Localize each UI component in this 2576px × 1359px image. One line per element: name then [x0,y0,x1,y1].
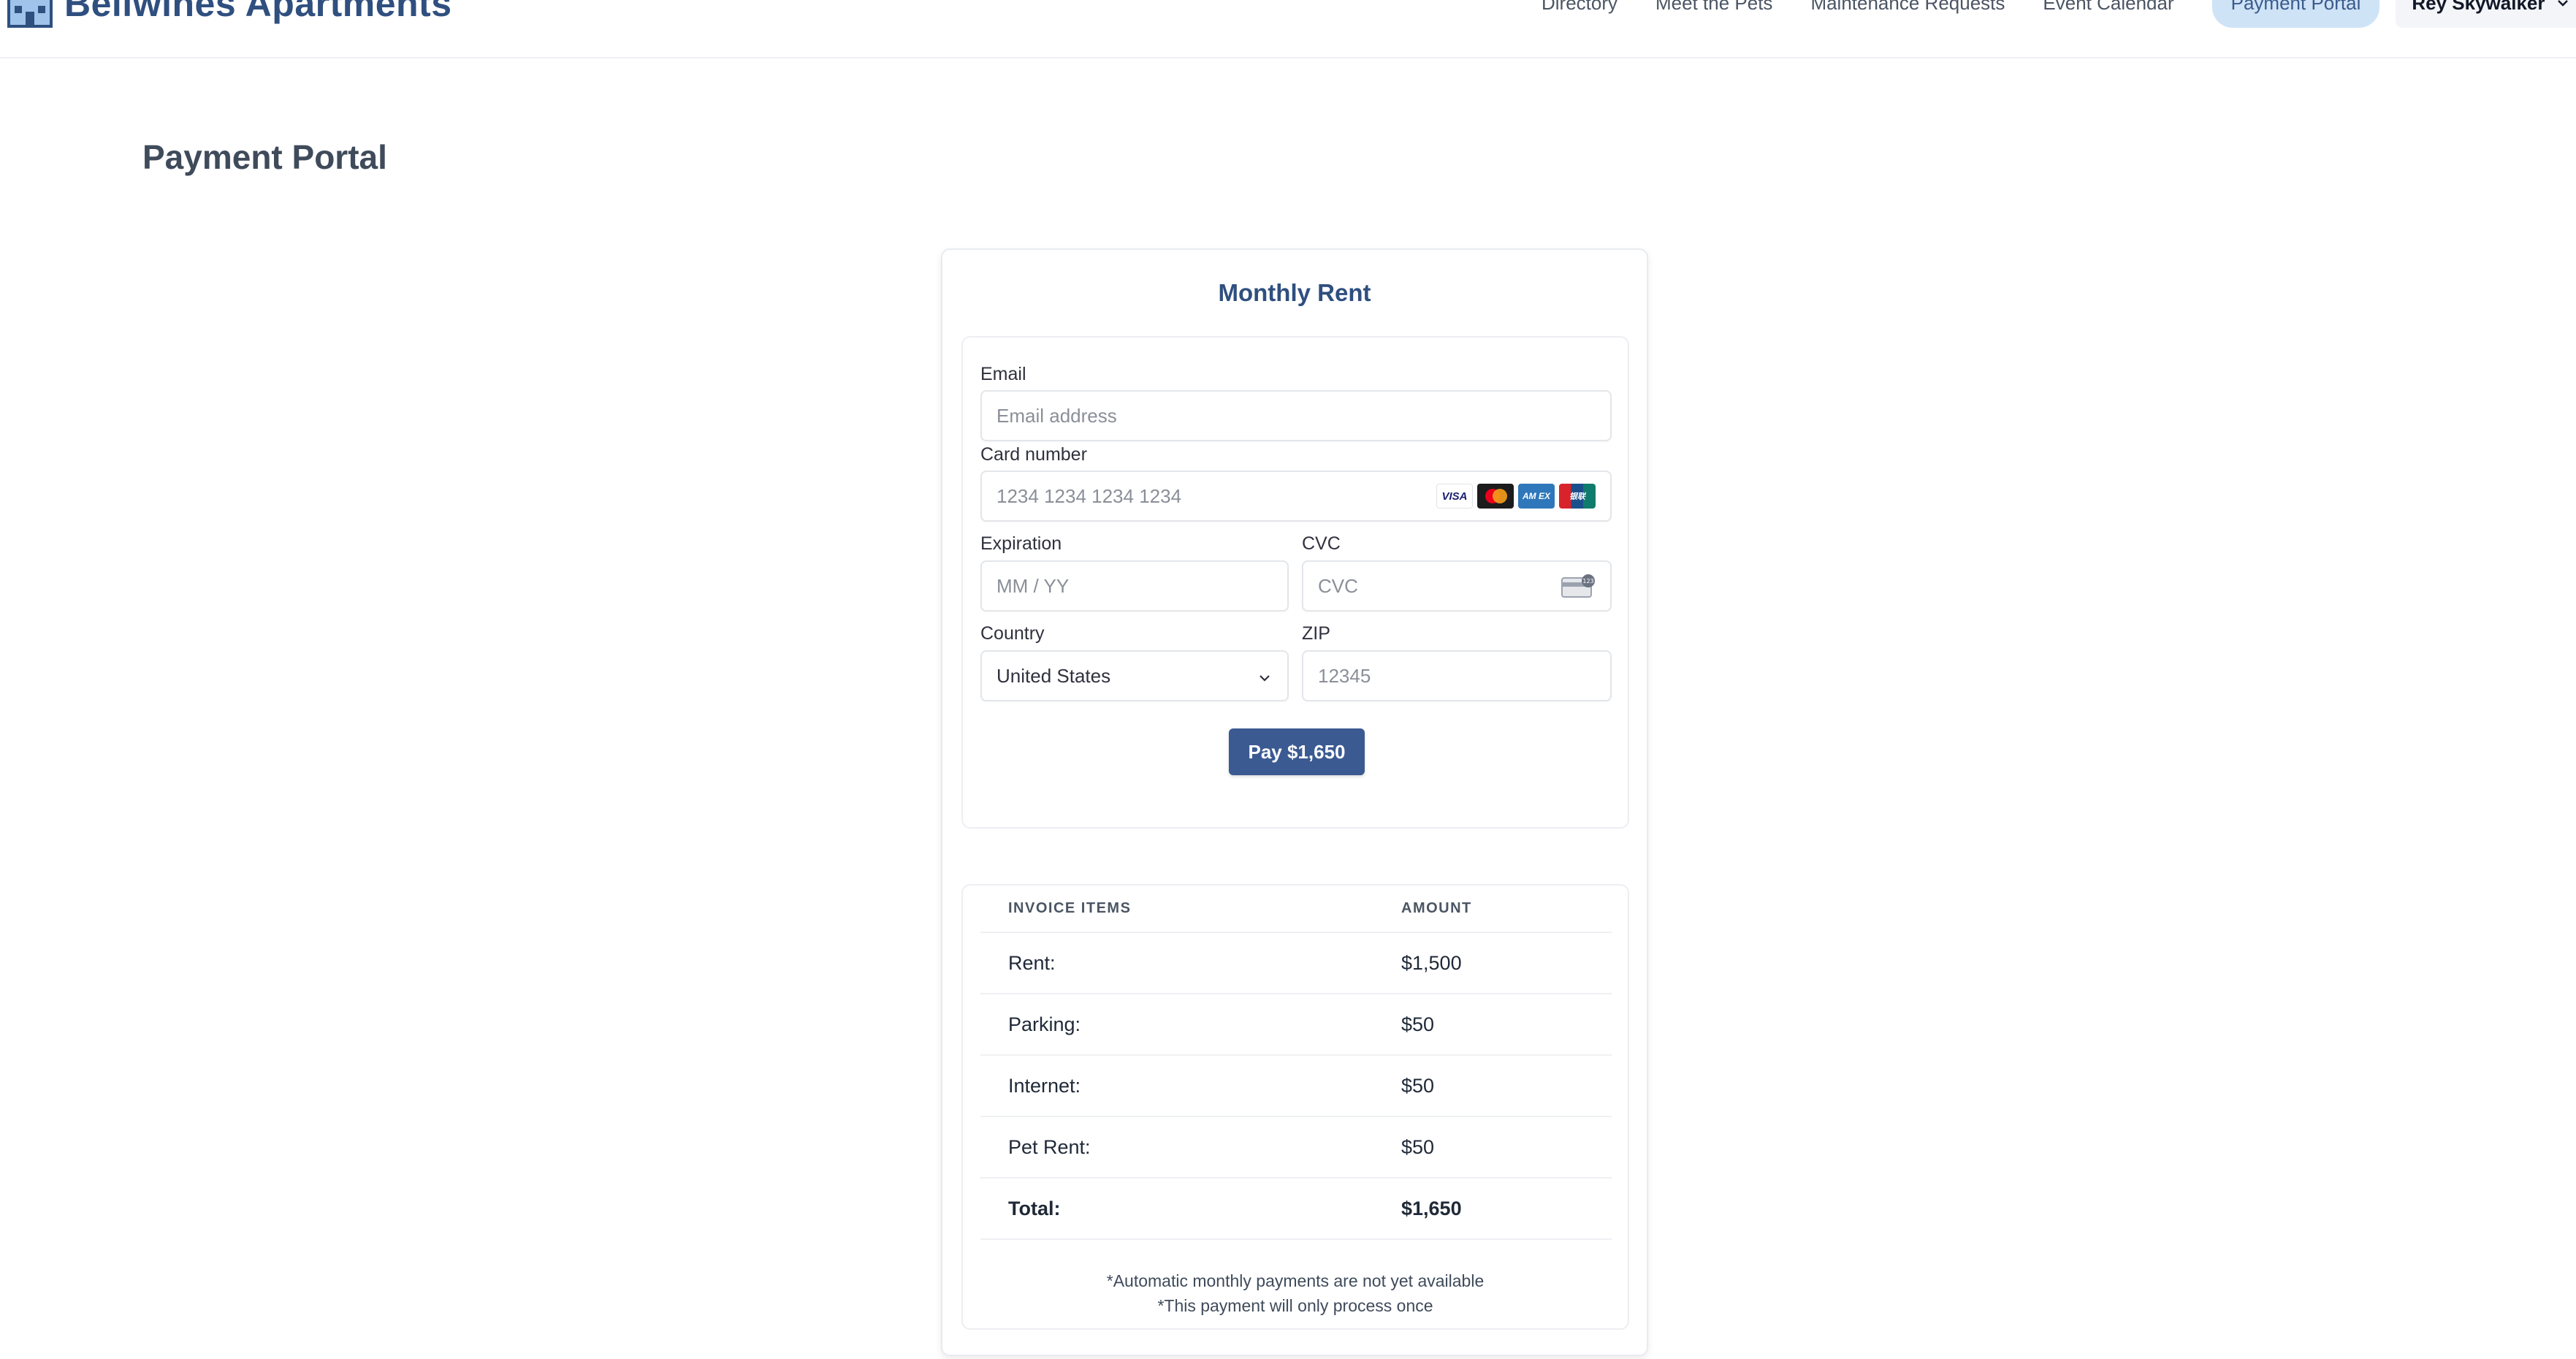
invoice-items-header: INVOICE ITEMS [980,886,1373,933]
main-nav: Directory Meet the Pets Maintenance Requ… [1542,0,2576,28]
card-title: Monthly Rent [1218,279,1371,306]
table-row: Parking: $50 [980,994,1612,1056]
amex-logo-icon: AM EX [1518,484,1555,509]
nav-event-calendar[interactable]: Event Calendar [2043,0,2173,15]
card-brand-logos: VISA AM EX 银联 [1432,484,1596,509]
country-select-wrapper: United States [980,650,1289,701]
autopay-note: *Automatic monthly payments are not yet … [1106,1271,1485,1290]
nav-directory[interactable]: Directory [1542,0,1617,15]
mastercard-logo-icon [1477,484,1514,509]
brand[interactable]: Bellwines Apartments [6,0,452,28]
country-select[interactable]: United States [982,652,1287,700]
table-row: Internet: $50 [980,1055,1612,1117]
svg-text:123: 123 [1582,578,1593,585]
building-icon [7,0,53,28]
pay-button[interactable]: Pay $1,650 [1229,728,1365,775]
payment-card: Monthly Rent Email Card number VISA AM E… [941,248,1648,1356]
nav-payment-portal[interactable]: Payment Portal [2211,0,2380,28]
cvc-field-wrapper: 123 [1302,560,1612,612]
expiration-label: Expiration [980,533,1062,554]
nav-maintenance-requests[interactable]: Maintenance Requests [1810,0,2005,15]
invoice-amount: $50 [1373,1116,1612,1179]
invoice-amount: $1,500 [1373,932,1612,994]
invoice-item: Parking: [980,994,1373,1056]
table-row: Rent: $1,500 [980,932,1612,994]
brand-name: Bellwines Apartments [64,0,452,24]
email-label: Email [980,364,1026,384]
total-amount: $1,650 [1373,1178,1612,1240]
card-number-field-wrapper: VISA AM EX 银联 [980,471,1612,522]
user-menu[interactable]: Rey Skywalker [2396,0,2576,28]
invoice-amount: $50 [1373,1055,1612,1117]
invoice-table: INVOICE ITEMS AMOUNT Rent: $1,500 Parkin… [980,886,1612,1240]
cvc-label: CVC [1302,533,1341,554]
invoice-header-row: INVOICE ITEMS AMOUNT [980,886,1612,933]
invoice-item: Pet Rent: [980,1116,1373,1179]
visa-logo-icon: VISA [1436,484,1473,509]
email-field-wrapper [980,390,1612,441]
expiration-field-wrapper [980,560,1289,612]
cvc-card-icon: 123 [1561,574,1595,598]
one-time-note: *This payment will only process once [1157,1296,1433,1315]
card-number-label: Card number [980,444,1087,465]
country-label: Country [980,623,1045,644]
top-nav-bar: Bellwines Apartments Directory Meet the … [0,0,2576,58]
invoice-section: INVOICE ITEMS AMOUNT Rent: $1,500 Parkin… [961,884,1629,1330]
zip-field-wrapper [1302,650,1612,701]
payment-form: Email Card number VISA AM EX 银联 Expirati… [961,336,1629,829]
invoice-item: Rent: [980,932,1373,994]
zip-label: ZIP [1302,623,1330,644]
nav-meet-the-pets[interactable]: Meet the Pets [1655,0,1772,15]
expiration-field[interactable] [982,562,1287,610]
invoice-amount: $50 [1373,994,1612,1056]
page-title: Payment Portal [142,138,387,176]
table-row: Pet Rent: $50 [980,1116,1612,1179]
unionpay-logo-icon: 银联 [1559,484,1596,509]
total-label: Total: [980,1178,1373,1240]
zip-field[interactable] [1303,652,1610,700]
total-row: Total: $1,650 [980,1178,1612,1240]
invoice-item: Internet: [980,1055,1373,1117]
email-field[interactable] [982,392,1610,440]
chevron-down-icon [2557,0,2568,7]
user-name: Rey Skywalker [2412,0,2545,14]
amount-header: AMOUNT [1373,886,1612,933]
